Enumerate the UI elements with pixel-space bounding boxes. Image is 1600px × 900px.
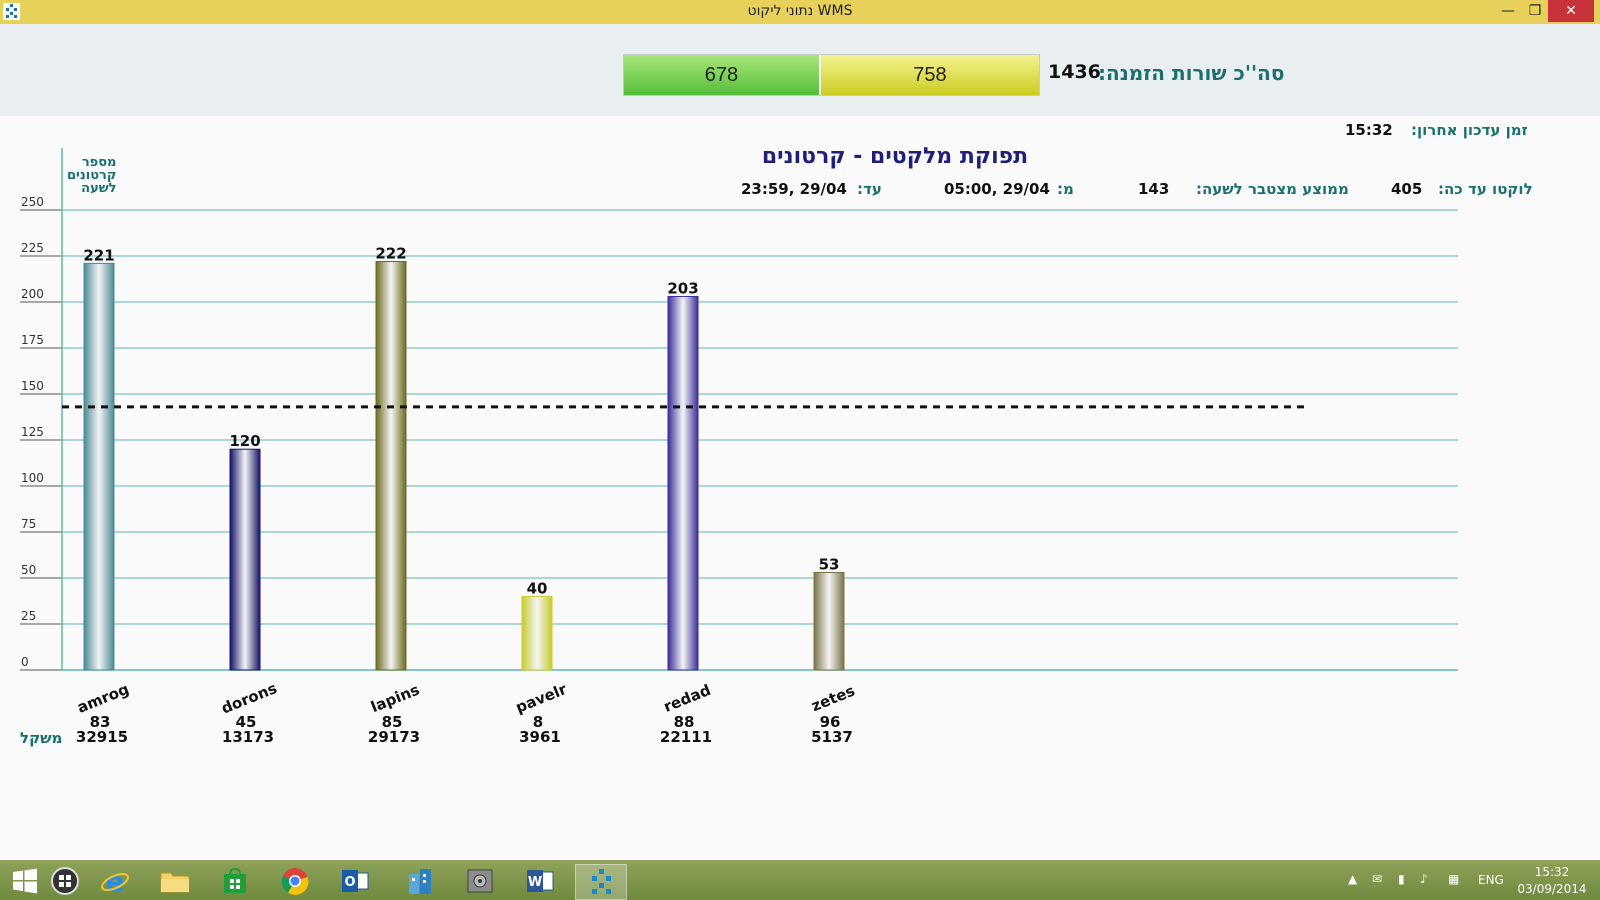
y-tick-label: 250 <box>21 195 44 209</box>
bar-value-label: 40 <box>527 579 548 597</box>
row3-value: 29173 <box>368 728 420 746</box>
clock-time: 15:32 <box>1534 865 1570 879</box>
svg-text:O: O <box>344 875 355 890</box>
volume-icon[interactable]: ♪ <box>1420 872 1428 886</box>
bar-value-label: 53 <box>819 555 840 573</box>
row3-value: 3961 <box>519 728 561 746</box>
bar-lapins <box>375 261 407 671</box>
y-tick-label: 50 <box>21 563 36 577</box>
internet-explorer-icon[interactable]: e <box>90 864 140 898</box>
row3-value: 5137 <box>811 728 853 746</box>
category-label: zetes <box>809 682 858 716</box>
network-icon[interactable]: ▦ <box>1448 872 1459 886</box>
wms-app-icon[interactable] <box>575 864 627 900</box>
outlook-icon[interactable]: O <box>330 864 380 898</box>
category-label: lapins <box>368 680 422 716</box>
bar-value-label: 222 <box>375 245 406 263</box>
apps-icon[interactable] <box>40 864 90 898</box>
category-label: redad <box>661 681 713 716</box>
y-tick-label: 125 <box>21 425 44 439</box>
outlook-tray-icon[interactable]: ✉ <box>1372 872 1382 886</box>
clock-date: 03/09/2014 <box>1517 882 1587 896</box>
row3-value: 32915 <box>76 728 128 746</box>
building-app-icon[interactable] <box>395 864 445 898</box>
y-tick-label: 225 <box>21 241 44 255</box>
category-label: dorons <box>219 679 280 718</box>
store-icon[interactable] <box>210 864 260 898</box>
svg-text:W: W <box>528 875 542 890</box>
language-indicator[interactable]: ENG <box>1478 873 1504 887</box>
picker-output-chart: 0255075100125150175200225250221amrog8332… <box>20 148 1458 746</box>
y-tick-label: 25 <box>21 609 36 623</box>
bar-dorons <box>229 448 261 671</box>
row3-value: 22111 <box>660 728 712 746</box>
y-tick-label: 75 <box>21 517 36 531</box>
clock[interactable]: 15:32 03/09/2014 <box>1516 864 1588 898</box>
file-explorer-icon[interactable] <box>150 864 200 898</box>
word-icon[interactable]: W <box>515 864 565 898</box>
category-label: pavelr <box>513 680 570 717</box>
bar-pavelr <box>521 595 553 671</box>
row3-value: 13173 <box>222 728 274 746</box>
battery-icon[interactable]: ▮ <box>1398 872 1405 886</box>
y-tick-label: 200 <box>21 287 44 301</box>
category-label: amrog <box>75 680 132 717</box>
y-tick-label: 0 <box>21 655 29 669</box>
bar-redad <box>667 295 699 671</box>
bar-value-label: 221 <box>83 246 114 264</box>
bar-value-label: 203 <box>667 279 698 297</box>
y-tick-label: 175 <box>21 333 44 347</box>
chrome-icon[interactable] <box>270 864 320 898</box>
bar-amrog <box>83 262 115 671</box>
weight-row-label: משקל <box>20 729 63 747</box>
bar-value-label: 120 <box>229 432 260 450</box>
svg-text:e: e <box>106 866 125 896</box>
bar-zetes <box>813 571 845 671</box>
y-tick-label: 150 <box>21 379 44 393</box>
show-hidden-icons[interactable]: ▲ <box>1348 872 1357 886</box>
y-tick-label: 100 <box>21 471 44 485</box>
safe-app-icon[interactable] <box>455 864 505 898</box>
